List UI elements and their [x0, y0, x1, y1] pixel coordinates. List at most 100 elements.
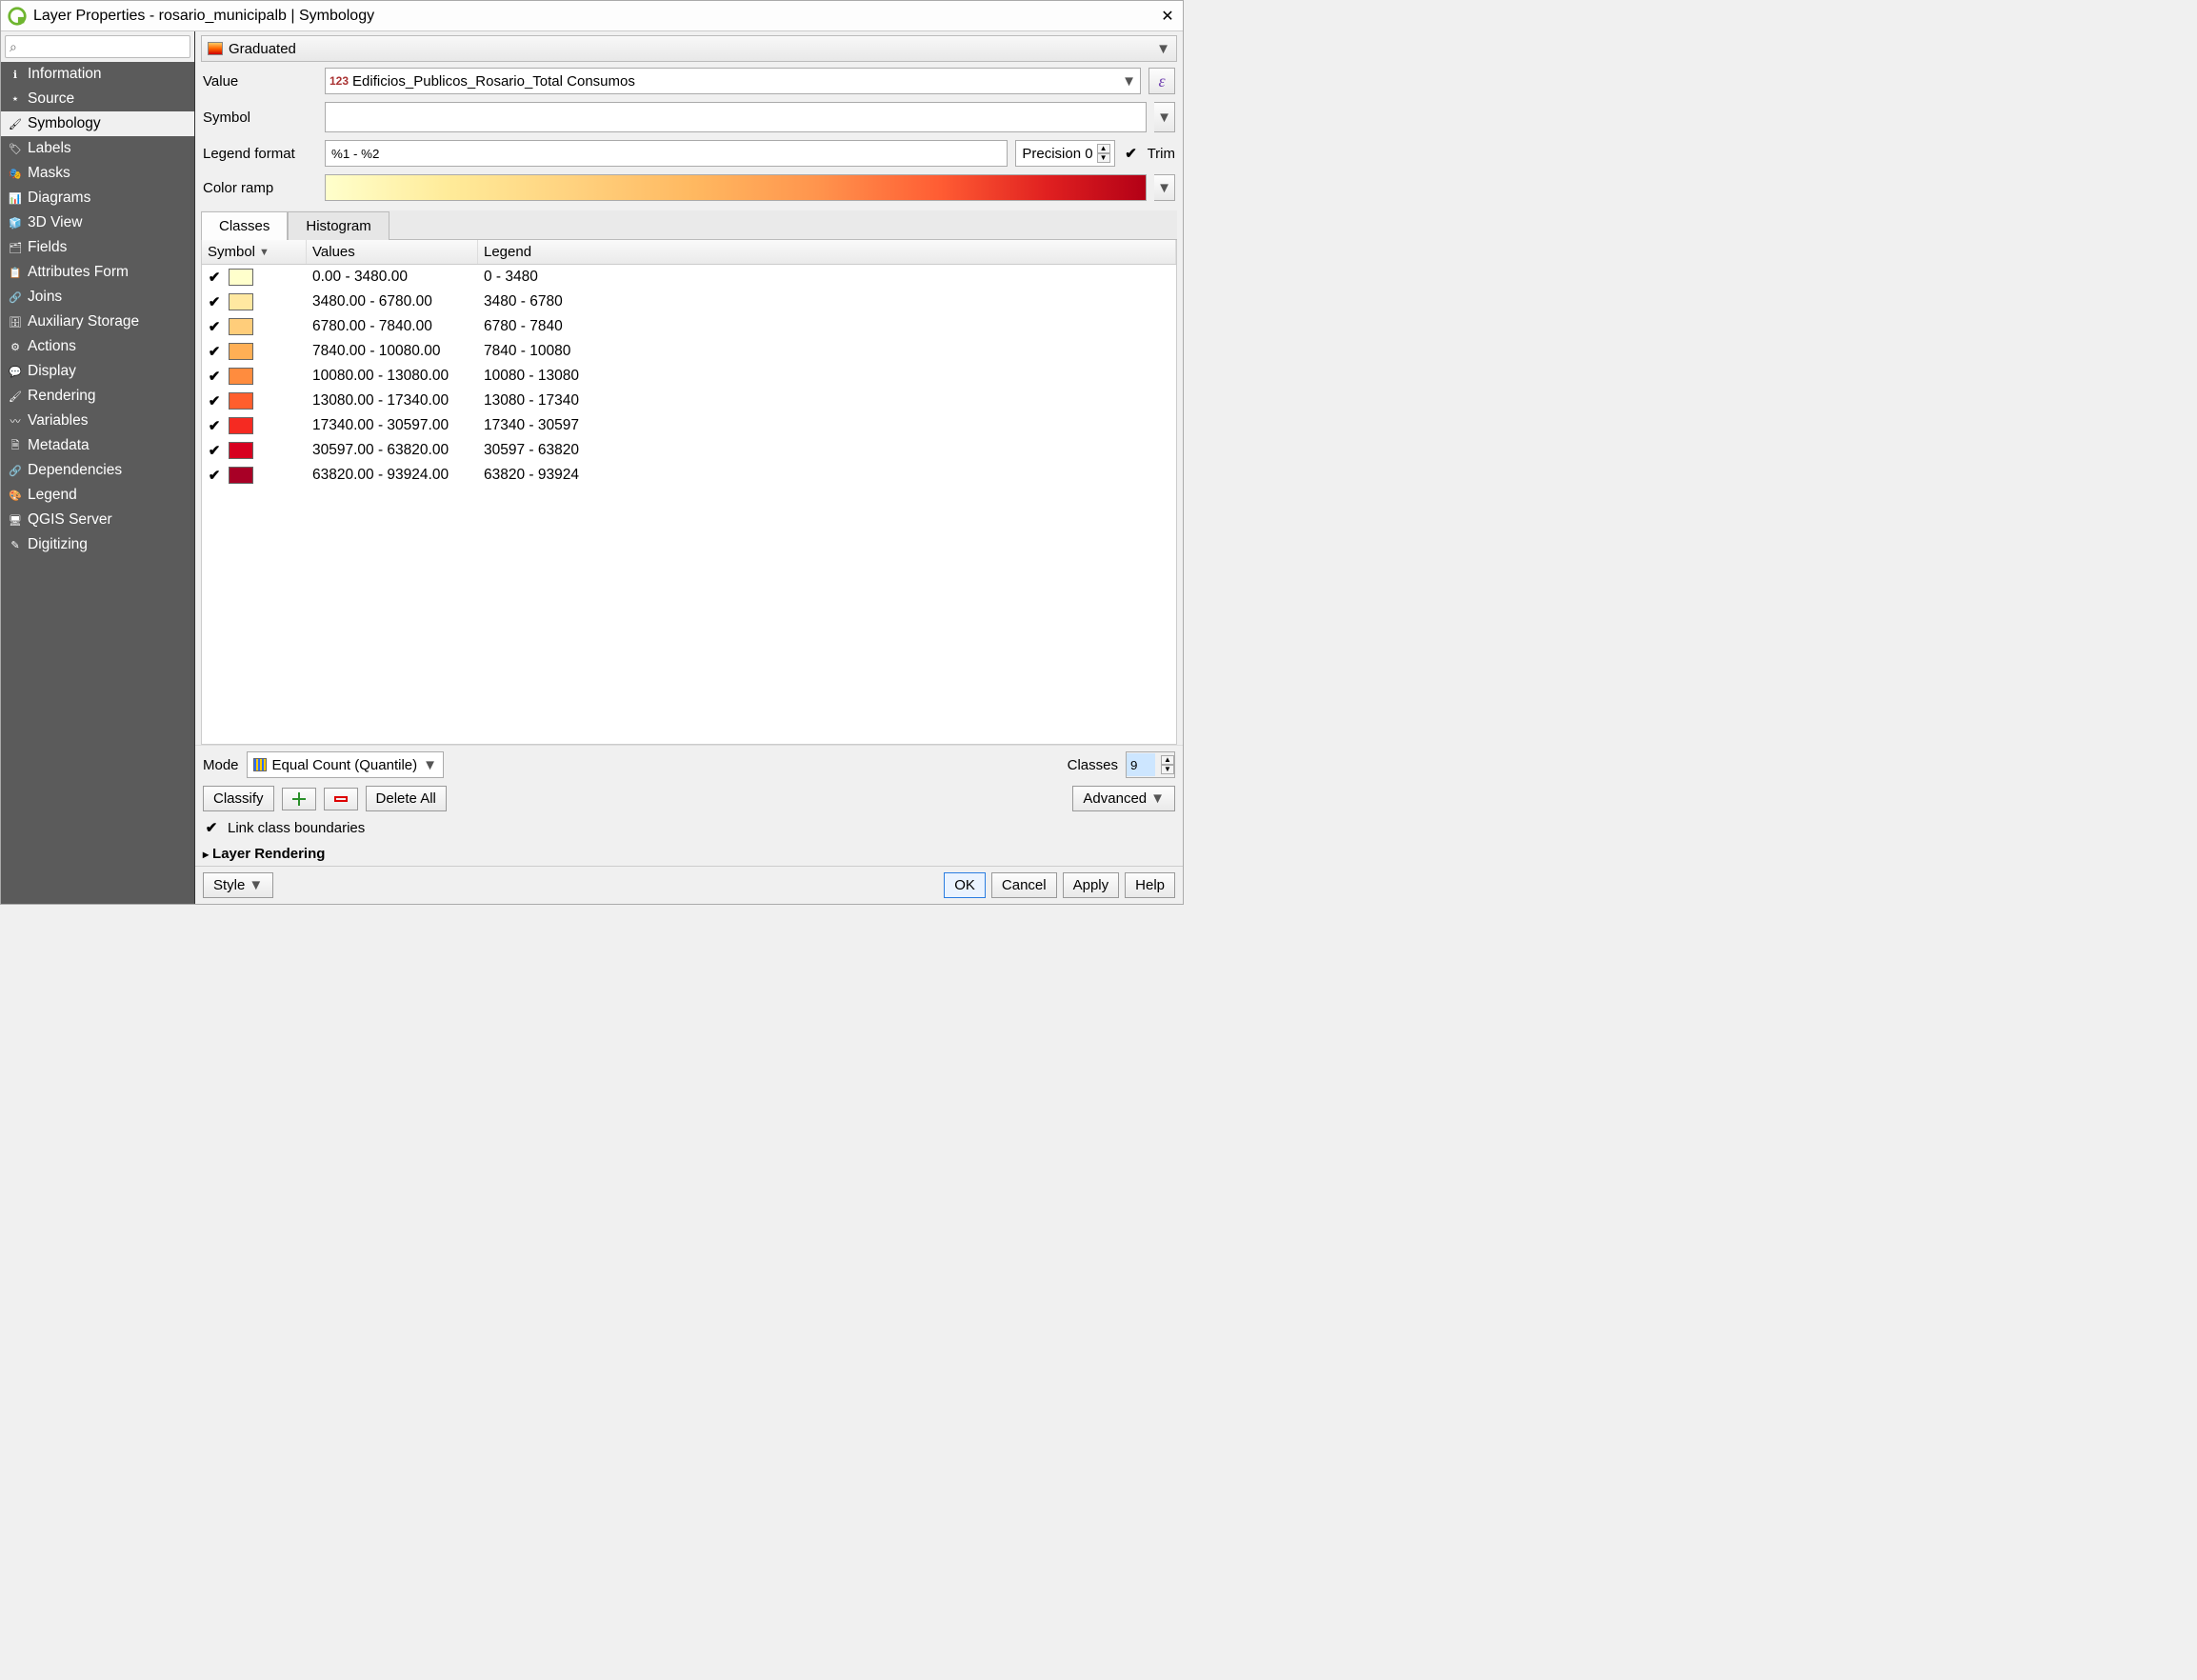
trim-label: Trim — [1148, 146, 1175, 162]
spin-up-icon[interactable]: ▲ — [1161, 755, 1174, 765]
class-row[interactable]: ✔10080.00 - 13080.0010080 - 13080 — [202, 364, 1176, 389]
sidebar-item-labels[interactable]: 🏷Labels — [1, 136, 194, 161]
sidebar-icon: ✎ — [9, 538, 22, 551]
link-boundaries-checkbox[interactable]: ✔ — [203, 819, 220, 836]
renderer-type-dropdown[interactable]: Graduated ▼ — [201, 35, 1177, 62]
classify-button[interactable]: Classify — [203, 786, 274, 811]
cancel-button[interactable]: Cancel — [991, 872, 1057, 898]
class-legend: 3480 - 6780 — [478, 293, 1176, 310]
sidebar-item-label: Attributes Form — [28, 264, 129, 281]
value-field-dropdown[interactable]: 123 Edificios_Publicos_Rosario_Total Con… — [325, 68, 1141, 94]
sidebar-icon: 🔗 — [9, 464, 22, 477]
remove-class-button[interactable] — [324, 788, 358, 810]
class-visibility-checkbox[interactable]: ✔ — [206, 293, 223, 310]
class-row[interactable]: ✔13080.00 - 17340.0013080 - 17340 — [202, 389, 1176, 413]
sidebar-item-dependencies[interactable]: 🔗 Dependencies — [1, 458, 194, 483]
spin-up-icon[interactable]: ▲ — [1097, 144, 1110, 153]
help-button[interactable]: Help — [1125, 872, 1175, 898]
color-ramp-preview[interactable] — [325, 174, 1147, 201]
legend-format-label: Legend format — [203, 146, 317, 162]
class-values: 10080.00 - 13080.00 — [307, 368, 478, 385]
class-row[interactable]: ✔17340.00 - 30597.0017340 - 30597 — [202, 413, 1176, 438]
class-values: 17340.00 - 30597.00 — [307, 417, 478, 434]
sidebar-item-label: Source — [28, 90, 74, 108]
apply-button[interactable]: Apply — [1063, 872, 1120, 898]
legend-format-input[interactable] — [325, 140, 1008, 167]
spin-down-icon[interactable]: ▼ — [1161, 765, 1174, 774]
layer-rendering-section[interactable]: ▸ Layer Rendering — [195, 842, 1183, 866]
sidebar-item-attributes-form[interactable]: 📋 Attributes Form — [1, 260, 194, 285]
class-visibility-checkbox[interactable]: ✔ — [206, 417, 223, 434]
sidebar-item-3d-view[interactable]: 🧊3D View — [1, 210, 194, 235]
class-row[interactable]: ✔0.00 - 3480.000 - 3480 — [202, 265, 1176, 290]
search-input[interactable] — [5, 35, 190, 58]
classes-count-spinner[interactable]: ▲ ▼ — [1126, 751, 1175, 778]
classes-count-input[interactable] — [1127, 753, 1155, 776]
tab-classes[interactable]: Classes — [201, 211, 288, 240]
class-row[interactable]: ✔30597.00 - 63820.0030597 - 63820 — [202, 438, 1176, 463]
sort-down-icon: ▼ — [259, 247, 270, 258]
ok-button[interactable]: OK — [944, 872, 986, 898]
sidebar-item-actions[interactable]: ⚙Actions — [1, 334, 194, 359]
class-swatch-icon — [229, 417, 253, 434]
mode-dropdown[interactable]: Equal Count (Quantile) ▼ — [247, 751, 444, 778]
class-visibility-checkbox[interactable]: ✔ — [206, 343, 223, 360]
sidebar-item-masks[interactable]: 🎭Masks — [1, 161, 194, 186]
sidebar-item-label: 3D View — [28, 214, 82, 231]
class-row[interactable]: ✔6780.00 - 7840.006780 - 7840 — [202, 314, 1176, 339]
class-visibility-checkbox[interactable]: ✔ — [206, 392, 223, 410]
sidebar-item-joins[interactable]: 🔗Joins — [1, 285, 194, 310]
advanced-button[interactable]: Advanced ▼ — [1072, 786, 1175, 811]
expression-button[interactable]: ε — [1148, 68, 1175, 94]
add-class-button[interactable] — [282, 788, 316, 810]
class-row[interactable]: ✔3480.00 - 6780.003480 - 6780 — [202, 290, 1176, 314]
header-legend[interactable]: Legend — [478, 240, 1176, 264]
sidebar-item-display[interactable]: 💬Display — [1, 359, 194, 384]
tab-histogram[interactable]: Histogram — [288, 211, 389, 240]
symbol-preview[interactable] — [325, 102, 1147, 132]
delete-all-button[interactable]: Delete All — [366, 786, 447, 811]
sidebar-item-digitizing[interactable]: ✎Digitizing — [1, 532, 194, 557]
sidebar-item-fields[interactable]: 🗂Fields — [1, 235, 194, 260]
header-symbol[interactable]: Symbol ▼ — [202, 240, 307, 264]
class-swatch-icon — [229, 392, 253, 410]
style-button[interactable]: Style ▼ — [203, 872, 273, 898]
sidebar-item-variables[interactable]: 〰Variables — [1, 409, 194, 433]
sidebar-item-qgis-server[interactable]: 🖥QGIS Server — [1, 508, 194, 532]
precision-spinner[interactable]: Precision 0 ▲ ▼ — [1015, 140, 1114, 167]
sidebar-item-label: Masks — [28, 165, 70, 182]
trim-checkbox[interactable]: ✔ — [1123, 145, 1140, 162]
sidebar-item-label: Dependencies — [28, 462, 122, 479]
link-boundaries-label: Link class boundaries — [228, 820, 365, 836]
class-visibility-checkbox[interactable]: ✔ — [206, 318, 223, 335]
symbol-dropdown[interactable]: ▼ — [1154, 102, 1175, 132]
class-visibility-checkbox[interactable]: ✔ — [206, 442, 223, 459]
sidebar-item-legend[interactable]: 🎨Legend — [1, 483, 194, 508]
sidebar-item-rendering[interactable]: 🖌Rendering — [1, 384, 194, 409]
sidebar-item-metadata[interactable]: 🗎Metadata — [1, 433, 194, 458]
close-button[interactable]: ✕ — [1158, 7, 1177, 26]
sidebar-item-auxiliary-storage[interactable]: 🗄Auxiliary Storage — [1, 310, 194, 334]
sidebar-icon: 💬 — [9, 365, 22, 378]
class-visibility-checkbox[interactable]: ✔ — [206, 269, 223, 286]
sidebar-item-symbology[interactable]: 🖌Symbology — [1, 111, 194, 136]
mode-label: Mode — [203, 757, 239, 773]
sidebar-icon: 📋 — [9, 266, 22, 279]
sidebar-item-diagrams[interactable]: 📊Diagrams — [1, 186, 194, 210]
precision-label: Precision 0 — [1022, 146, 1092, 162]
main-panel: Graduated ▼ Value 123 Edificios_Publicos… — [195, 31, 1183, 904]
sidebar-icon: ℹ — [9, 68, 22, 81]
chevron-down-icon: ▼ — [423, 757, 437, 773]
sidebar-icon: 📊 — [9, 191, 22, 205]
class-visibility-checkbox[interactable]: ✔ — [206, 467, 223, 484]
header-values[interactable]: Values — [307, 240, 478, 264]
sidebar-item-source[interactable]: ⭑Source — [1, 87, 194, 111]
sidebar-item-information[interactable]: ℹInformation — [1, 62, 194, 87]
spin-down-icon[interactable]: ▼ — [1097, 153, 1110, 163]
class-row[interactable]: ✔7840.00 - 10080.007840 - 10080 — [202, 339, 1176, 364]
class-visibility-checkbox[interactable]: ✔ — [206, 368, 223, 385]
sidebar-icon: 🏷 — [9, 142, 22, 155]
color-ramp-dropdown[interactable]: ▼ — [1154, 174, 1175, 201]
class-row[interactable]: ✔63820.00 - 93924.0063820 - 93924 — [202, 463, 1176, 488]
class-values: 7840.00 - 10080.00 — [307, 343, 478, 360]
